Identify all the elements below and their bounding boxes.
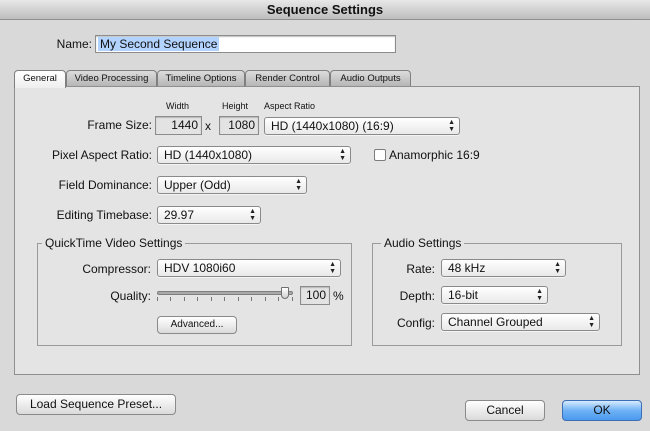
height-column-label: Height: [222, 101, 249, 111]
field-dominance-popup[interactable]: Upper (Odd) ▲ ▼: [157, 176, 307, 194]
compressor-label: Compressor:: [82, 262, 151, 276]
sequence-name-value: My Second Sequence: [98, 37, 220, 51]
depth-popup[interactable]: 16-bit ▲ ▼: [441, 286, 548, 304]
tab-video-processing[interactable]: Video Processing: [66, 70, 157, 87]
advanced-button[interactable]: Advanced...: [157, 316, 237, 334]
pixel-aspect-popup[interactable]: HD (1440x1080) ▲ ▼: [157, 146, 351, 164]
tab-audio-outputs[interactable]: Audio Outputs: [330, 70, 411, 87]
frame-width-field[interactable]: 1440: [155, 116, 202, 135]
tab-general[interactable]: General: [14, 70, 66, 88]
frame-size-label: Frame Size:: [87, 118, 152, 132]
popup-arrows-icon: ▲ ▼: [536, 288, 543, 302]
name-label: Name:: [56, 37, 92, 51]
quality-slider[interactable]: [157, 285, 295, 303]
load-sequence-preset-button[interactable]: Load Sequence Preset...: [16, 394, 176, 415]
editing-timebase-label: Editing Timebase:: [56, 208, 152, 222]
aspect-ratio-column-label: Aspect Ratio: [264, 101, 316, 111]
tab-render-control[interactable]: Render Control: [245, 70, 330, 87]
slider-thumb-icon[interactable]: [281, 287, 289, 299]
quality-value-field[interactable]: 100: [300, 286, 330, 305]
config-popup[interactable]: Channel Grouped ▲ ▼: [441, 313, 600, 331]
frame-size-separator: x: [205, 119, 211, 133]
popup-arrows-icon: ▲ ▼: [588, 315, 595, 329]
audio-group-title: Audio Settings: [381, 236, 465, 250]
popup-arrows-icon: ▲ ▼: [249, 208, 256, 222]
editing-timebase-popup[interactable]: 29.97 ▲ ▼: [157, 206, 261, 224]
ok-button[interactable]: OK: [562, 400, 642, 421]
cancel-button[interactable]: Cancel: [465, 400, 545, 421]
popup-arrows-icon: ▲ ▼: [339, 148, 346, 162]
popup-arrows-icon: ▲ ▼: [329, 261, 336, 275]
window-titlebar: Sequence Settings: [0, 0, 650, 20]
quality-slider-ticks: [157, 297, 293, 301]
window-title: Sequence Settings: [266, 2, 384, 17]
width-column-label: Width: [166, 101, 190, 111]
popup-arrows-icon: ▲ ▼: [448, 119, 455, 133]
field-dominance-label: Field Dominance:: [58, 178, 152, 192]
anamorphic-label: Anamorphic 16:9: [389, 148, 480, 162]
popup-arrows-icon: ▲ ▼: [295, 178, 302, 192]
quality-unit: %: [333, 289, 344, 303]
popup-arrows-icon: ▲ ▼: [554, 261, 561, 275]
depth-label: Depth:: [399, 289, 435, 303]
sequence-name-input[interactable]: My Second Sequence: [95, 35, 396, 53]
compressor-popup[interactable]: HDV 1080i60 ▲ ▼: [157, 259, 341, 277]
rate-label: Rate:: [406, 262, 435, 276]
config-label: Config:: [396, 316, 435, 330]
pixel-aspect-label: Pixel Aspect Ratio:: [51, 148, 152, 162]
rate-popup[interactable]: 48 kHz ▲ ▼: [441, 259, 566, 277]
quicktime-group-title: QuickTime Video Settings: [42, 236, 186, 250]
tab-timeline-options[interactable]: Timeline Options: [157, 70, 245, 87]
anamorphic-checkbox[interactable]: [374, 149, 386, 161]
frame-height-field[interactable]: 1080: [219, 116, 259, 135]
quality-slider-track: [157, 291, 293, 295]
quality-label: Quality:: [110, 289, 151, 303]
aspect-ratio-popup[interactable]: HD (1440x1080) (16:9) ▲ ▼: [264, 117, 460, 135]
